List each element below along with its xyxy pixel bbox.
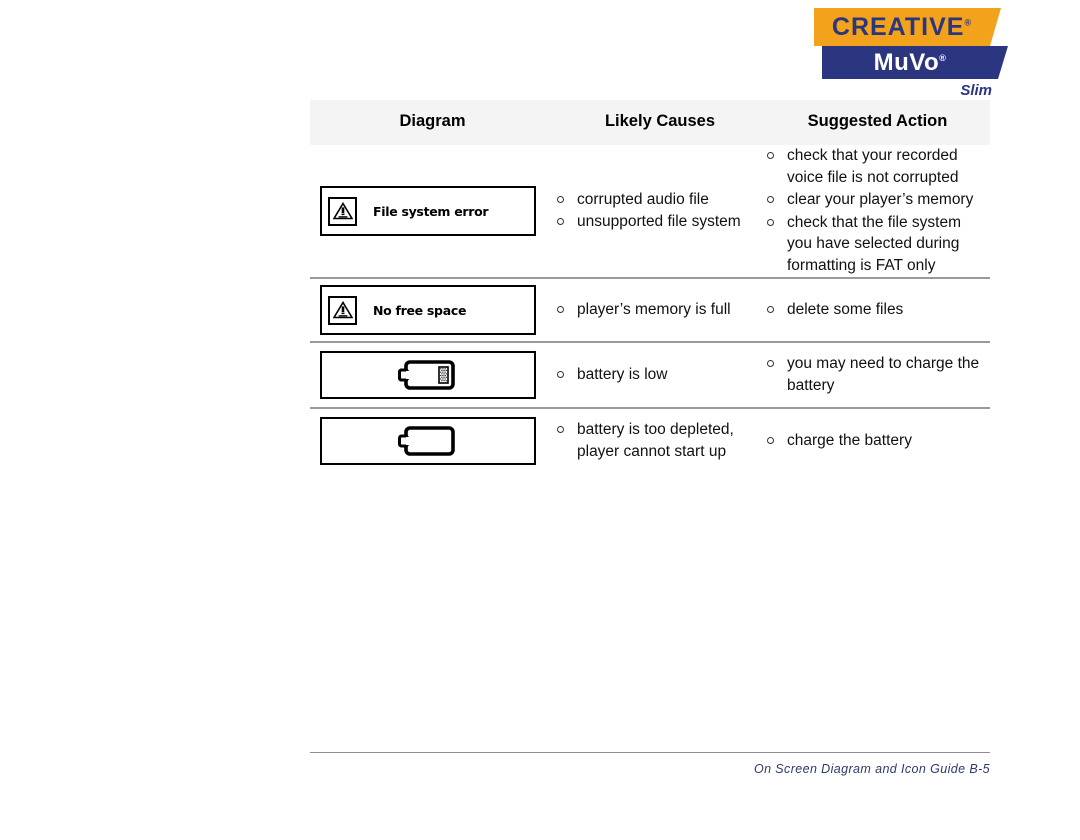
list-item: battery is low <box>555 364 765 386</box>
causes-cell: battery is low <box>555 341 765 408</box>
registered-mark-icon: ® <box>939 52 947 63</box>
lcd-screen-file-system-error: File system error <box>320 186 536 236</box>
list-item: clear your player’s memory <box>765 189 990 211</box>
column-header-diagram: Diagram <box>310 100 555 145</box>
logo-variant-label: Slim <box>960 82 992 99</box>
list-item: unsupported file system <box>555 211 765 233</box>
logo-orange-band: CREATIVE® <box>814 8 1001 46</box>
lcd-screen-no-free-space: No free space <box>320 285 536 335</box>
footer-page-label: On Screen Diagram and Icon Guide B-5 <box>753 762 990 776</box>
table-header: Diagram Likely Causes Suggested Action <box>310 100 990 145</box>
diagram-icon-guide-table: Diagram Likely Causes Suggested Action F… <box>310 100 990 473</box>
table-row: No free space player’s memory is full de… <box>310 277 990 342</box>
battery-empty-icon <box>398 426 455 456</box>
table-row: battery is too depleted, player cannot s… <box>310 407 990 473</box>
diagram-cell <box>310 407 555 473</box>
registered-mark-icon: ® <box>964 17 973 28</box>
lcd-message-text: No free space <box>373 302 467 318</box>
causes-list: player’s memory is full <box>555 299 765 321</box>
list-item: corrupted audio file <box>555 189 765 211</box>
actions-list: delete some files <box>765 299 990 321</box>
lcd-screen-battery-empty <box>320 417 536 465</box>
action-cell: you may need to charge the battery <box>765 341 990 408</box>
action-cell: check that your recorded voice file is n… <box>765 145 990 278</box>
logo-creative-text: CREATIVE® <box>831 12 973 41</box>
causes-list: battery is low <box>555 364 765 386</box>
actions-list: you may need to charge the battery <box>765 353 990 396</box>
list-item: battery is too depleted, player cannot s… <box>555 419 765 462</box>
table-header-row: Diagram Likely Causes Suggested Action <box>310 100 990 145</box>
list-item: delete some files <box>765 299 990 321</box>
causes-cell: battery is too depleted, player cannot s… <box>555 407 765 473</box>
action-cell: delete some files <box>765 277 990 342</box>
list-item: charge the battery <box>765 430 990 452</box>
diagram-cell <box>310 341 555 408</box>
creative-muvo-logo: CREATIVE® MuVo® Slim <box>814 8 1008 99</box>
battery-low-icon <box>398 360 455 390</box>
list-item: check that the file system you have sele… <box>765 212 990 277</box>
actions-list: charge the battery <box>765 430 990 452</box>
action-cell: charge the battery <box>765 407 990 473</box>
table-row: battery is low you may need to charge th… <box>310 341 990 408</box>
causes-list: battery is too depleted, player cannot s… <box>555 419 765 462</box>
list-item: you may need to charge the battery <box>765 353 990 396</box>
actions-list: check that your recorded voice file is n… <box>765 145 990 276</box>
causes-cell: player’s memory is full <box>555 277 765 342</box>
column-header-causes: Likely Causes <box>555 100 765 145</box>
diagram-cell: File system error <box>310 145 555 278</box>
list-item: player’s memory is full <box>555 299 765 321</box>
warning-triangle-icon <box>328 196 357 226</box>
table-body: File system error corrupted audio file u… <box>310 145 990 473</box>
causes-list: corrupted audio file unsupported file sy… <box>555 189 765 233</box>
column-header-action: Suggested Action <box>765 100 990 145</box>
table-row: File system error corrupted audio file u… <box>310 145 990 278</box>
lcd-screen-battery-low <box>320 351 536 399</box>
causes-cell: corrupted audio file unsupported file sy… <box>555 145 765 278</box>
logo-muvo-text: MuVo® <box>873 48 947 76</box>
logo-navy-band: MuVo® <box>822 46 1008 79</box>
list-item: check that your recorded voice file is n… <box>765 145 990 188</box>
diagram-cell: No free space <box>310 277 555 342</box>
warning-triangle-icon <box>328 295 357 325</box>
footer-divider <box>310 752 990 753</box>
lcd-message-text: File system error <box>373 203 489 219</box>
